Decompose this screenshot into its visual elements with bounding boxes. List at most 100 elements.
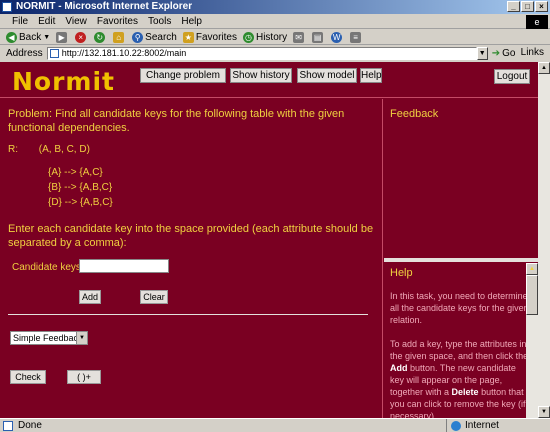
panel-divider bbox=[384, 258, 538, 262]
favorites-button[interactable]: ★ Favorites bbox=[182, 31, 237, 43]
mail-button[interactable]: ✉ bbox=[293, 31, 306, 43]
history-icon: ◷ bbox=[242, 31, 254, 43]
relation-label: R: bbox=[8, 144, 18, 155]
stop-icon: × bbox=[75, 31, 87, 43]
feedback-level-value: Simple Feedback bbox=[13, 333, 83, 343]
candidate-keys-input[interactable] bbox=[79, 259, 169, 273]
show-model-button[interactable]: Show model bbox=[297, 68, 357, 83]
app-header: Normit Change problem Show history Show … bbox=[0, 62, 538, 98]
address-bar: Address http://132.181.10.22:8002/main ▼… bbox=[0, 46, 550, 61]
browser-toolbar: ◀ Back ▼ ▶ × ↻ ⌂ ⚲ Search ★ Favorites ◷ … bbox=[0, 30, 550, 45]
address-label: Address bbox=[6, 48, 43, 59]
page-icon bbox=[49, 49, 59, 58]
functional-dependency: {D} --> {A,B,C} bbox=[48, 197, 113, 208]
scroll-thumb[interactable] bbox=[526, 275, 538, 315]
menu-file[interactable]: File bbox=[12, 16, 28, 27]
search-button[interactable]: ⚲ Search bbox=[132, 31, 177, 43]
back-button[interactable]: ◀ Back ▼ bbox=[6, 31, 51, 43]
window-title: NORMIT - Microsoft Internet Explorer bbox=[16, 1, 193, 12]
ie-app-icon bbox=[2, 2, 12, 12]
closure-button[interactable]: ( )+ bbox=[67, 370, 101, 384]
refresh-icon: ↻ bbox=[94, 31, 106, 43]
edit-button[interactable]: W bbox=[331, 31, 344, 43]
go-label: Go bbox=[502, 48, 516, 59]
address-url: http://132.181.10.22:8002/main bbox=[61, 48, 187, 58]
back-label: Back bbox=[19, 31, 42, 43]
side-panel: Feedback Help In this task, you need to … bbox=[384, 99, 538, 418]
page-done-icon bbox=[3, 421, 13, 431]
status-bar: Done Internet bbox=[0, 418, 550, 432]
functional-dependency: {A} --> {A,C} bbox=[48, 167, 103, 178]
forward-button[interactable]: ▶ bbox=[56, 31, 69, 43]
home-icon: ⌂ bbox=[113, 31, 125, 43]
home-button[interactable]: ⌂ bbox=[113, 31, 126, 43]
help-paragraph: In this task, you need to determine all … bbox=[390, 291, 529, 325]
favorites-icon: ★ bbox=[182, 31, 194, 43]
help-add-keyword: Add bbox=[390, 363, 408, 373]
history-label: History bbox=[255, 31, 288, 43]
menu-favorites[interactable]: Favorites bbox=[97, 16, 138, 27]
page-scrollbar[interactable]: ▲ ▼ bbox=[538, 62, 550, 418]
scroll-up-icon[interactable]: ▲ bbox=[526, 263, 538, 275]
menu-bar: File Edit View Favorites Tools Help bbox=[0, 14, 550, 29]
discuss-icon: ≡ bbox=[350, 31, 362, 43]
normit-logo: Normit bbox=[12, 67, 115, 96]
security-zone: Internet bbox=[446, 419, 550, 432]
scroll-up-icon[interactable]: ▲ bbox=[538, 62, 550, 74]
history-button[interactable]: ◷ History bbox=[242, 31, 288, 43]
help-delete-keyword: Delete bbox=[451, 387, 479, 397]
show-history-button[interactable]: Show history bbox=[230, 68, 292, 83]
address-dropdown-button[interactable]: ▼ bbox=[476, 47, 488, 60]
maximize-button[interactable]: □ bbox=[521, 1, 534, 12]
zone-label: Internet bbox=[465, 420, 499, 431]
edit-icon: W bbox=[331, 31, 343, 43]
discuss-button[interactable]: ≡ bbox=[350, 31, 363, 43]
mail-icon: ✉ bbox=[293, 31, 305, 43]
address-input[interactable]: http://132.181.10.22:8002/main bbox=[46, 47, 477, 60]
help-button[interactable]: Help bbox=[360, 68, 382, 83]
chevron-down-icon: ▼ bbox=[76, 332, 87, 344]
menu-view[interactable]: View bbox=[65, 16, 87, 27]
print-icon: ▤ bbox=[312, 31, 324, 43]
page-content: Normit Change problem Show history Show … bbox=[0, 62, 538, 418]
problem-statement: Problem: Find all candidate keys for the… bbox=[8, 108, 345, 134]
window-controls: _ □ × bbox=[507, 1, 548, 12]
ie-throbber-icon: e bbox=[526, 15, 548, 29]
help-text: In this task, you need to determine all … bbox=[390, 290, 530, 418]
feedback-title: Feedback bbox=[390, 108, 439, 120]
divider bbox=[8, 314, 368, 315]
close-button[interactable]: × bbox=[535, 1, 548, 12]
change-problem-button[interactable]: Change problem bbox=[140, 68, 226, 83]
go-arrow-icon: ➔ bbox=[491, 48, 501, 59]
favorites-label: Favorites bbox=[195, 31, 237, 43]
search-icon: ⚲ bbox=[132, 31, 144, 43]
print-button[interactable]: ▤ bbox=[312, 31, 325, 43]
go-button[interactable]: ➔ Go bbox=[492, 48, 516, 59]
menu-edit[interactable]: Edit bbox=[38, 16, 55, 27]
feedback-level-select[interactable]: Simple Feedback ▼ bbox=[10, 331, 88, 345]
search-label: Search bbox=[145, 31, 177, 43]
back-arrow-icon: ◀ bbox=[6, 31, 17, 43]
add-button[interactable]: Add bbox=[79, 290, 101, 304]
menu-tools[interactable]: Tools bbox=[148, 16, 171, 27]
scroll-down-icon[interactable]: ▼ bbox=[538, 406, 550, 418]
logout-button[interactable]: Logout bbox=[494, 69, 530, 84]
stop-button[interactable]: × bbox=[75, 31, 88, 43]
forward-arrow-icon: ▶ bbox=[56, 31, 68, 43]
clear-button[interactable]: Clear bbox=[140, 290, 168, 304]
refresh-button[interactable]: ↻ bbox=[94, 31, 107, 43]
minimize-button[interactable]: _ bbox=[507, 1, 520, 12]
help-title: Help bbox=[390, 267, 413, 279]
links-button[interactable]: Links bbox=[521, 47, 544, 58]
check-button[interactable]: Check bbox=[10, 370, 46, 384]
help-text-part: To add a key, type the attributes in the… bbox=[390, 339, 529, 361]
instruction-text: Enter each candidate key into the space … bbox=[8, 223, 374, 249]
functional-dependency: {B} --> {A,B,C} bbox=[48, 182, 113, 193]
status-text: Done bbox=[18, 420, 42, 431]
menu-help[interactable]: Help bbox=[181, 16, 202, 27]
problem-panel: Problem: Find all candidate keys for the… bbox=[0, 99, 383, 418]
help-scrollbar[interactable]: ▲ bbox=[526, 263, 538, 418]
chevron-down-icon: ▼ bbox=[43, 33, 51, 41]
globe-icon bbox=[451, 421, 461, 431]
help-paragraph: To add a key, type the attributes in the… bbox=[390, 338, 530, 418]
